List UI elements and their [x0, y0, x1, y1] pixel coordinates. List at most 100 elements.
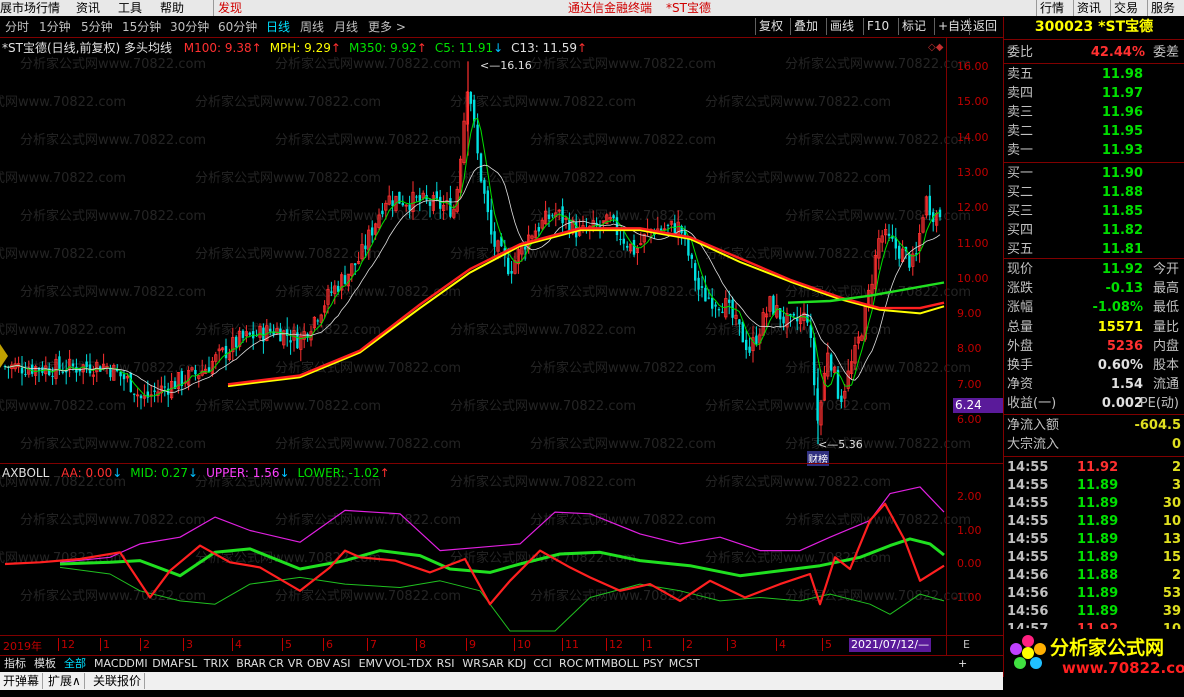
- price-tick: 13.00: [957, 165, 989, 179]
- indicator-tab[interactable]: 全部: [64, 657, 86, 671]
- candle-body: [704, 287, 707, 302]
- top-quote-button[interactable]: 行情: [1036, 0, 1067, 16]
- watermark-text: 分析家公式网www.70822.com: [275, 436, 461, 452]
- indicator-tab[interactable]: WR: [462, 657, 481, 671]
- watermark-text: 分析家公式网www.70822.com: [530, 360, 716, 376]
- candle-body: [690, 254, 693, 259]
- menu-help[interactable]: 帮助: [160, 0, 184, 16]
- indicator-tab[interactable]: 模板: [34, 657, 56, 671]
- top-news-button[interactable]: 资讯: [1073, 0, 1104, 16]
- watermark-text: 分析家公式网www.70822.com: [0, 94, 126, 110]
- ml-item: M350: 9.92: [348, 41, 417, 55]
- indicator-tab[interactable]: KDJ: [507, 657, 526, 671]
- top-service-button[interactable]: 服务: [1147, 0, 1178, 16]
- month-tick: 2: [140, 638, 150, 651]
- candle-body: [354, 263, 357, 266]
- period-tab-weekly[interactable]: 周线: [300, 19, 324, 35]
- month-tick: 11: [562, 638, 579, 651]
- candle-body: [792, 313, 795, 316]
- indicator-tab[interactable]: FSL: [178, 657, 197, 671]
- candle-body: [122, 374, 126, 380]
- candle-body: [772, 295, 775, 315]
- period-tab-5min[interactable]: 5分钟: [81, 19, 113, 35]
- period-tab-1min[interactable]: 1分钟: [39, 19, 71, 35]
- indicator-tab[interactable]: BRAR: [236, 657, 266, 671]
- month-tick: 1: [643, 638, 653, 651]
- indicator-tab[interactable]: BOLL: [611, 657, 639, 671]
- watermark-text: 分析家公式网www.70822.com: [530, 132, 716, 148]
- expand-button[interactable]: 扩展∧: [45, 673, 85, 689]
- candle-body: [483, 180, 486, 194]
- indicator-tab[interactable]: SAR: [482, 657, 504, 671]
- candle-body: [537, 227, 540, 232]
- menu-discover[interactable]: 发现: [213, 0, 242, 16]
- candle-body: [490, 209, 493, 235]
- indicator-tab[interactable]: ROC: [559, 657, 583, 671]
- period-tab-intraday[interactable]: 分时: [5, 19, 29, 35]
- indicator-tab[interactable]: MACD: [94, 657, 127, 671]
- watermark-text: 分析家公式网www.70822.com: [705, 550, 891, 566]
- price-tick: 9.00: [957, 307, 982, 321]
- indicator-tab[interactable]: OBV: [307, 657, 330, 671]
- overlay-button[interactable]: 叠加: [790, 18, 821, 35]
- add-tab-icon[interactable]: +: [958, 657, 967, 671]
- stat-row: 换手 0.60% 股本: [1007, 358, 1179, 373]
- date-axis-divider: [0, 635, 1003, 636]
- candle-body: [51, 375, 54, 377]
- mark-button[interactable]: 标记: [898, 18, 929, 35]
- stat-row: 现价 11.92 今开: [1007, 262, 1179, 277]
- indicator-tab[interactable]: DMA: [152, 657, 178, 671]
- watermark-text: 分析家公式网www.70822.com: [785, 56, 971, 72]
- menu-news[interactable]: 资讯: [76, 0, 100, 16]
- indicator-tab[interactable]: CCI: [533, 657, 552, 671]
- indicator-tab[interactable]: EMV: [359, 657, 383, 671]
- weibi-row: 委比 42.44% 委差: [1007, 45, 1179, 60]
- period-tab-more[interactable]: 更多 >: [368, 19, 406, 35]
- indicator-tab[interactable]: RSI: [437, 657, 455, 671]
- indicator-tab[interactable]: DMI: [126, 657, 147, 671]
- f10-button[interactable]: F10: [863, 18, 892, 35]
- indicator-tab[interactable]: ASI: [333, 657, 351, 671]
- quote-header: 300023 *ST宝德: [1004, 17, 1184, 37]
- indicator-tab[interactable]: TRIX: [204, 657, 229, 671]
- watermark-text: 分析家公式网www.70822.com: [0, 170, 126, 186]
- candle-body: [840, 395, 843, 403]
- kline-chart[interactable]: 分析家公式网www.70822.com 分析家公式网www.70822.com 分析…: [0, 38, 1003, 655]
- buy-level-row: 买三 11.85: [1007, 204, 1143, 219]
- candle-body: [721, 311, 724, 313]
- candle-body: [439, 196, 442, 209]
- month-tick: 6: [323, 638, 333, 651]
- danmaku-button[interactable]: 开弹幕: [0, 673, 44, 689]
- candle-body: [289, 340, 292, 343]
- indicator-tab[interactable]: PSY: [643, 657, 663, 671]
- candle-body: [898, 245, 901, 259]
- indicator-tab[interactable]: 指标: [4, 657, 26, 671]
- indicator-tab[interactable]: VR: [288, 657, 303, 671]
- period-tab-30min[interactable]: 30分钟: [170, 19, 209, 35]
- restore-rights-button[interactable]: 复权: [755, 18, 786, 35]
- indicator-tab[interactable]: MTM: [585, 657, 611, 671]
- indicator-tab[interactable]: CR: [269, 657, 284, 671]
- top-trade-button[interactable]: 交易: [1110, 0, 1141, 16]
- candle-body: [279, 328, 282, 342]
- footer-bar: 开弹幕 扩展∧ 关联报价: [0, 672, 1003, 690]
- indicator-tab[interactable]: MCST: [669, 657, 700, 671]
- related-quote-button[interactable]: 关联报价: [90, 673, 146, 689]
- menu-market[interactable]: 展市场行情: [0, 0, 60, 16]
- indicator-tab[interactable]: VOL-TDX: [384, 657, 432, 671]
- draw-line-button[interactable]: 画线: [826, 18, 857, 35]
- arrow-icon: ↓: [188, 466, 199, 480]
- candle-body: [507, 257, 510, 275]
- period-tab-monthly[interactable]: 月线: [334, 19, 358, 35]
- candle-body: [449, 198, 452, 217]
- axis-divider: [946, 38, 947, 655]
- menu-tools[interactable]: 工具: [118, 0, 142, 16]
- month-tick: 4: [776, 638, 786, 651]
- watermark-text: 分析家公式网www.70822.com: [785, 208, 971, 224]
- candle-body: [476, 124, 479, 154]
- period-tab-15min[interactable]: 15分钟: [122, 19, 161, 35]
- legend-diamond-icon[interactable]: ◇◆: [928, 42, 943, 53]
- period-tab-daily[interactable]: 日线: [266, 19, 290, 35]
- period-tab-60min[interactable]: 60分钟: [218, 19, 257, 35]
- back-button[interactable]: 返回: [969, 18, 1000, 35]
